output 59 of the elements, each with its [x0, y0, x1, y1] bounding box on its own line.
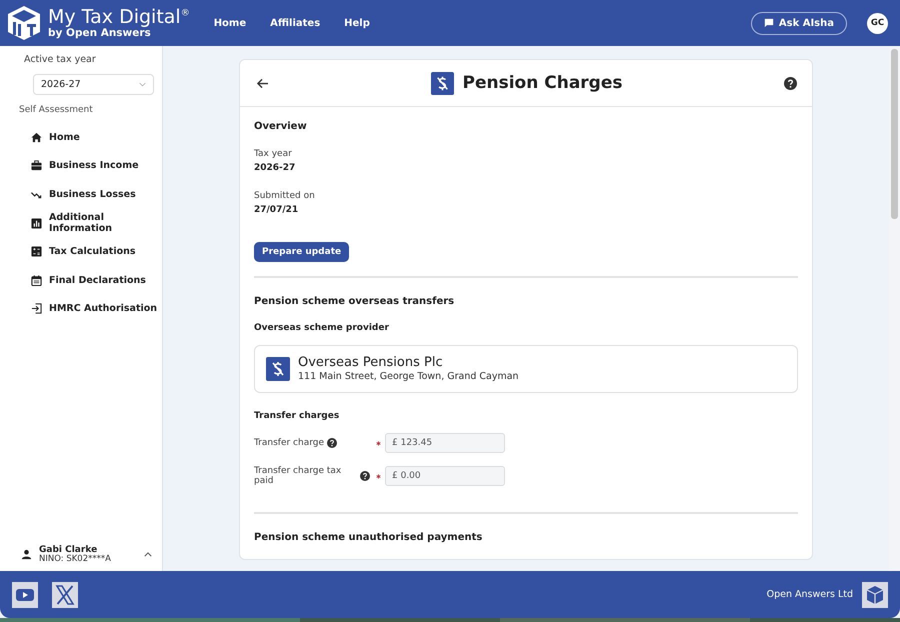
person-icon [21, 549, 32, 560]
tax-year-select[interactable]: 2026-27 [33, 74, 154, 95]
calendar-icon [31, 274, 42, 286]
provider-name: Overseas Pensions Plc [298, 355, 444, 372]
bar-chart-icon [31, 218, 42, 229]
dollar-icon [266, 357, 290, 382]
logo-icon [6, 5, 42, 41]
user-nino: NINO: SK02****A [39, 555, 112, 565]
field-label: Transfer charge tax paid [254, 466, 342, 486]
section-label: Self Assessment [19, 105, 94, 115]
nav-link[interactable]: Help [344, 18, 370, 28]
field-label: Transfer charge [254, 438, 324, 448]
help-icon[interactable] [360, 471, 370, 482]
x-icon[interactable] [52, 582, 78, 608]
brand-name: My Tax Digital$^{®}$ [48, 8, 190, 27]
user-avatar[interactable]: GC [867, 12, 888, 34]
scrollbar-thumb[interactable] [891, 49, 898, 219]
section-heading: Pension scheme overseas transfers [254, 296, 456, 307]
sidebar-item[interactable]: Business Income [0, 152, 162, 180]
provider-address: 111 Main Street, George Town, Grand Cayman [298, 371, 519, 384]
sidebar-item[interactable]: Additional Information [0, 208, 162, 238]
chevron-down-icon [139, 82, 146, 87]
chevron-up-icon[interactable] [144, 552, 152, 558]
sign-in-icon [31, 303, 42, 314]
calculator-icon [31, 246, 42, 258]
help-icon[interactable] [784, 76, 797, 90]
sidebar-item[interactable]: Final Declarations [0, 266, 162, 295]
fact-label: Tax year [254, 148, 293, 161]
dollar-icon [430, 72, 454, 94]
sidebar-item[interactable]: Business Losses [0, 180, 162, 209]
help-icon[interactable] [327, 438, 338, 448]
sidebar-item[interactable]: HMRC Authorisation [0, 294, 162, 324]
prepare-update-button[interactable]: Prepare update [254, 242, 350, 262]
section-heading: Overview [254, 121, 308, 132]
fact-label: Submitted on [254, 190, 316, 203]
page-title: Pension Charges [462, 73, 622, 93]
sidebar-item[interactable]: Home [0, 123, 162, 152]
fact-value: 27/07/21 [254, 204, 300, 216]
subsection-heading: Transfer charges [254, 411, 340, 422]
briefcase-icon [31, 160, 42, 172]
section-heading: Pension scheme unauthorised payments [254, 532, 484, 544]
nav-link[interactable]: Affiliates [270, 18, 320, 28]
brand-byline: by Open Answers [48, 28, 151, 38]
fact-value: 2026-27 [254, 162, 296, 174]
tax-year-label: Active tax year [24, 54, 97, 65]
scrollbar[interactable] [889, 46, 900, 571]
company-name: Open Answers Ltd [766, 589, 853, 600]
cube-icon[interactable] [862, 582, 888, 608]
nav-link[interactable]: Home [214, 18, 246, 28]
user-name: Gabi Clarke [39, 544, 98, 555]
home-icon [31, 132, 42, 143]
chat-icon [764, 18, 774, 28]
input-field[interactable]: £ 123.45 [385, 433, 505, 454]
ask-assistant-button[interactable]: Ask AIsha [750, 12, 847, 34]
input-field[interactable]: £ 0.00 [385, 466, 505, 486]
subsection-heading: Overseas scheme provider [254, 323, 390, 333]
back-arrow-icon[interactable] [256, 78, 269, 88]
video-play-icon[interactable] [12, 582, 38, 608]
sidebar-item[interactable]: Tax Calculations [0, 237, 162, 266]
